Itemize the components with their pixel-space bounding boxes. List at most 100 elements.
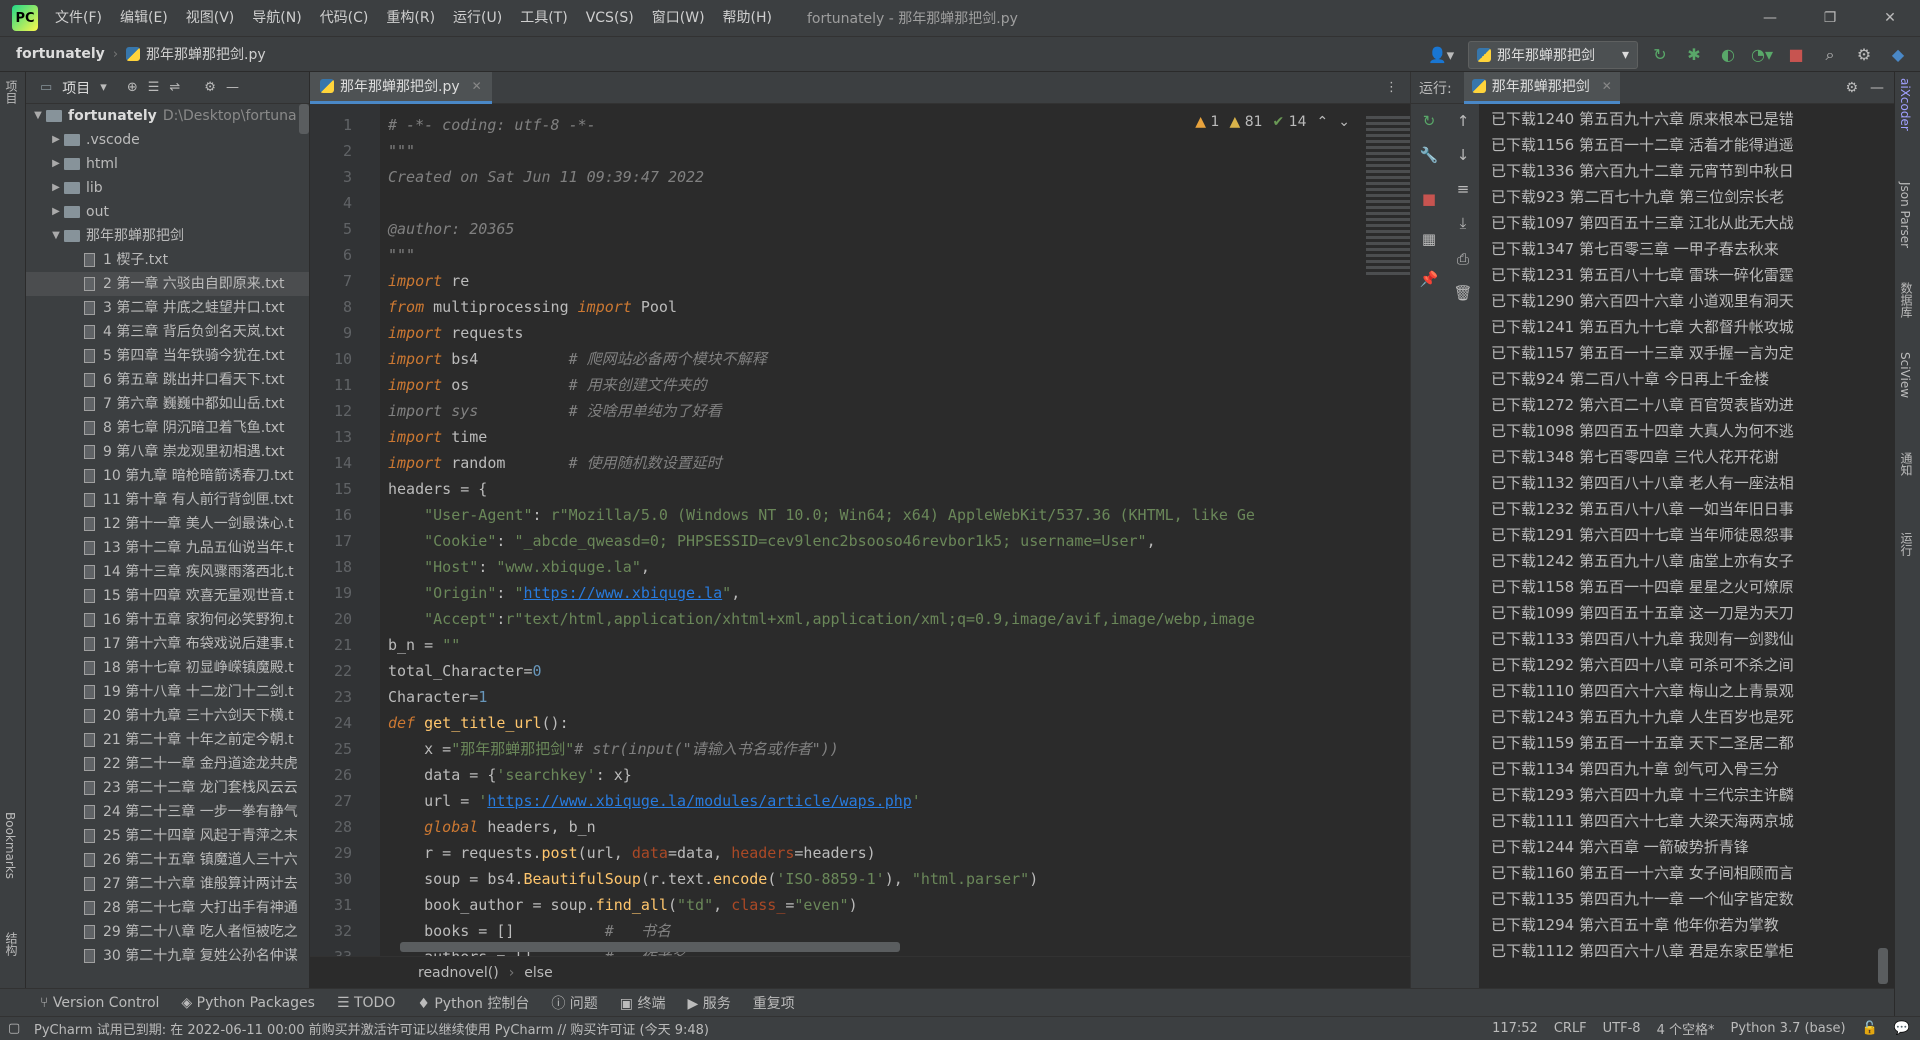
menu-view[interactable]: 视图(V) (177, 0, 244, 36)
tree-file[interactable]: 19 第十八章 十二龙门十二剑.t (26, 680, 309, 704)
print-icon[interactable]: ⎙ (1453, 250, 1473, 268)
notifications-tool-tab[interactable]: 通知 (1898, 452, 1915, 476)
lock-icon[interactable]: 🔓 (1862, 1021, 1878, 1036)
stop-icon[interactable]: ■ (1784, 43, 1808, 67)
tree-file[interactable]: 20 第十九章 三十六剑天下横.t (26, 704, 309, 728)
console-scrollbar[interactable] (1878, 948, 1888, 984)
chevron-down-icon[interactable]: ▼ (48, 224, 64, 248)
tree-file[interactable]: 23 第二十二章 龙门套栈风云云 (26, 776, 309, 800)
close-icon[interactable]: ✕ (1602, 79, 1612, 93)
stop-icon[interactable]: ■ (1419, 190, 1439, 208)
menu-help[interactable]: 帮助(H) (714, 0, 781, 36)
tree-file[interactable]: 17 第十六章 布袋戏说后建事.t (26, 632, 309, 656)
tree-file[interactable]: 1 楔子.txt (26, 248, 309, 272)
arrow-up-icon[interactable]: ↑ (1453, 112, 1473, 130)
hide-icon[interactable]: — (226, 80, 239, 95)
version-control-tab[interactable]: ⑂ Version Control (40, 995, 159, 1011)
todo-tab[interactable]: ☰ TODO (337, 995, 395, 1011)
chevron-right-icon[interactable]: ▶ (48, 128, 64, 152)
indent-setting[interactable]: 4 个空格* (1657, 1019, 1715, 1038)
chevron-right-icon[interactable]: ▶ (48, 200, 64, 224)
notification-icon[interactable]: 💬 (1894, 1021, 1910, 1036)
tree-folder[interactable]: ▶ out (26, 200, 309, 224)
horizontal-scrollbar[interactable] (400, 942, 900, 952)
tree-file[interactable]: 26 第二十五章 镇魔道人三十六 (26, 848, 309, 872)
rerun-icon[interactable]: ↻ (1648, 43, 1672, 67)
database-tool-tab[interactable]: 数据库 (1898, 282, 1915, 318)
tree-folder[interactable]: ▶ html (26, 152, 309, 176)
editor-tab[interactable]: 那年那蝉那把剑.py ✕ (310, 71, 492, 104)
json-parser-tool-tab[interactable]: Json Parser (1898, 182, 1912, 248)
more-icon[interactable]: ⋮ (1385, 80, 1398, 95)
tree-scrollbar[interactable] (299, 104, 309, 134)
pin-icon[interactable]: 📌 (1419, 270, 1439, 288)
structure-tool-tab[interactable]: 结构 (3, 932, 20, 956)
close-button[interactable]: ✕ (1860, 0, 1920, 36)
menu-file[interactable]: 文件(F) (46, 0, 111, 36)
breadcrumb-file[interactable]: 那年那蝉那把剑.py (146, 44, 266, 64)
typo-indicator[interactable]: ✔ 14 (1273, 114, 1307, 130)
tree-file[interactable]: 4 第三章 背后负剑名天岚.txt (26, 320, 309, 344)
menu-edit[interactable]: 编辑(E) (111, 0, 177, 36)
python-console-tab[interactable]: ♦ Python 控制台 (417, 993, 529, 1013)
tree-file[interactable]: 24 第二十三章 一步一拳有静气 (26, 800, 309, 824)
chevron-down-icon[interactable]: ▾ (100, 80, 107, 95)
tree-file[interactable]: 30 第二十九章 复姓公孙名仲谋 (26, 944, 309, 964)
sciview-tool-tab[interactable]: SciView (1898, 352, 1912, 398)
warning-indicator[interactable]: ▲ 81 (1229, 114, 1262, 130)
tree-file[interactable]: 11 第十章 有人前行背剑匣.txt (26, 488, 309, 512)
bookmarks-tool-tab[interactable]: Bookmarks (3, 812, 17, 879)
status-message[interactable]: PyCharm 试用已到期: 在 2022-06-11 00:00 前购买并激活… (34, 1019, 709, 1038)
tree-folder[interactable]: ▶ .vscode (26, 128, 309, 152)
chevron-right-icon[interactable]: ▶ (48, 176, 64, 200)
tree-file[interactable]: 10 第九章 暗枪暗箭诱春刀.txt (26, 464, 309, 488)
tree-file[interactable]: 18 第十七章 初显峥嵘镇魔殿.t (26, 656, 309, 680)
trash-icon[interactable]: 🗑 (1453, 284, 1473, 302)
tree-file[interactable]: 22 第二十一章 金丹道途龙共虎 (26, 752, 309, 776)
breadcrumb-function[interactable]: readnovel() (418, 965, 499, 981)
status-square-icon[interactable]: ▢ (8, 1021, 20, 1036)
run-tool-tab[interactable]: 运行 (1898, 532, 1915, 556)
tree-file[interactable]: 12 第十一章 美人一剑最诛心.t (26, 512, 309, 536)
tree-file[interactable]: 7 第六章 巍巍中都如山岳.txt (26, 392, 309, 416)
layout-icon[interactable]: ▦ (1419, 230, 1439, 248)
tree-file[interactable]: 2 第一章 六驳由自即原来.txt (26, 272, 309, 296)
breadcrumb-project[interactable]: fortunately (16, 46, 105, 62)
coverage-icon[interactable]: ◐ (1716, 43, 1740, 67)
tree-file[interactable]: 15 第十四章 欢喜无量观世音.t (26, 584, 309, 608)
debug-icon[interactable]: ✱ (1682, 43, 1706, 67)
restore-button[interactable]: ❐ (1800, 0, 1860, 36)
aixcoder-tool-tab[interactable]: aiXcoder (1898, 78, 1912, 131)
profile-icon[interactable]: ◔▾ (1750, 43, 1774, 67)
code-area[interactable]: 1 # -*- coding: utf-8 -*- 2 """ 3 Created o… (310, 104, 1410, 956)
tree-file[interactable]: 9 第八章 崇龙观里初相遇.txt (26, 440, 309, 464)
search-icon[interactable]: ⌕ (1818, 43, 1842, 67)
jetbrains-icon[interactable]: ◆ (1886, 43, 1910, 67)
menu-tools[interactable]: 工具(T) (511, 0, 576, 36)
python-packages-tab[interactable]: ◈ Python Packages (181, 995, 315, 1011)
rerun-icon[interactable]: ↻ (1419, 112, 1439, 130)
tree-file[interactable]: 25 第二十四章 风起于青萍之末 (26, 824, 309, 848)
error-stripe[interactable] (1366, 116, 1410, 276)
tree-file[interactable]: 28 第二十七章 大打出手有神通 (26, 896, 309, 920)
gear-icon[interactable]: ⚙ (1845, 80, 1858, 96)
interpreter[interactable]: Python 3.7 (base) (1730, 1021, 1845, 1036)
hide-icon[interactable]: — (1870, 80, 1884, 96)
menu-refactor[interactable]: 重构(R) (377, 0, 444, 36)
error-indicator[interactable]: ▲ 1 (1195, 114, 1219, 130)
chevron-right-icon[interactable]: ▶ (48, 152, 64, 176)
tree-file[interactable]: 6 第五章 跳出井口看天下.txt (26, 368, 309, 392)
breadcrumb-block[interactable]: else (524, 965, 552, 981)
expand-all-icon[interactable]: ☰ (148, 80, 160, 95)
console-output[interactable]: 已下载1240 第五百九十六章 原来根本已是错 已下载1156 第五百一十二章 活… (1491, 106, 1881, 986)
tree-file[interactable]: 13 第十二章 九品五仙说当年.t (26, 536, 309, 560)
services-tab[interactable]: ▶ 服务 (687, 993, 730, 1013)
file-encoding[interactable]: UTF-8 (1603, 1021, 1641, 1036)
menu-code[interactable]: 代码(C) (311, 0, 378, 36)
tree-root[interactable]: ▼ fortunately D:\Desktop\fortuna (26, 104, 309, 128)
chevron-up-icon[interactable]: ⌃ (1317, 114, 1329, 130)
gear-icon[interactable]: ⚙ (204, 80, 216, 95)
run-tab[interactable]: 那年那蝉那把剑 ✕ (1463, 71, 1620, 104)
project-tool-tab[interactable]: 项目 (3, 80, 20, 104)
tree-file[interactable]: 27 第二十六章 谁般算计两计去 (26, 872, 309, 896)
